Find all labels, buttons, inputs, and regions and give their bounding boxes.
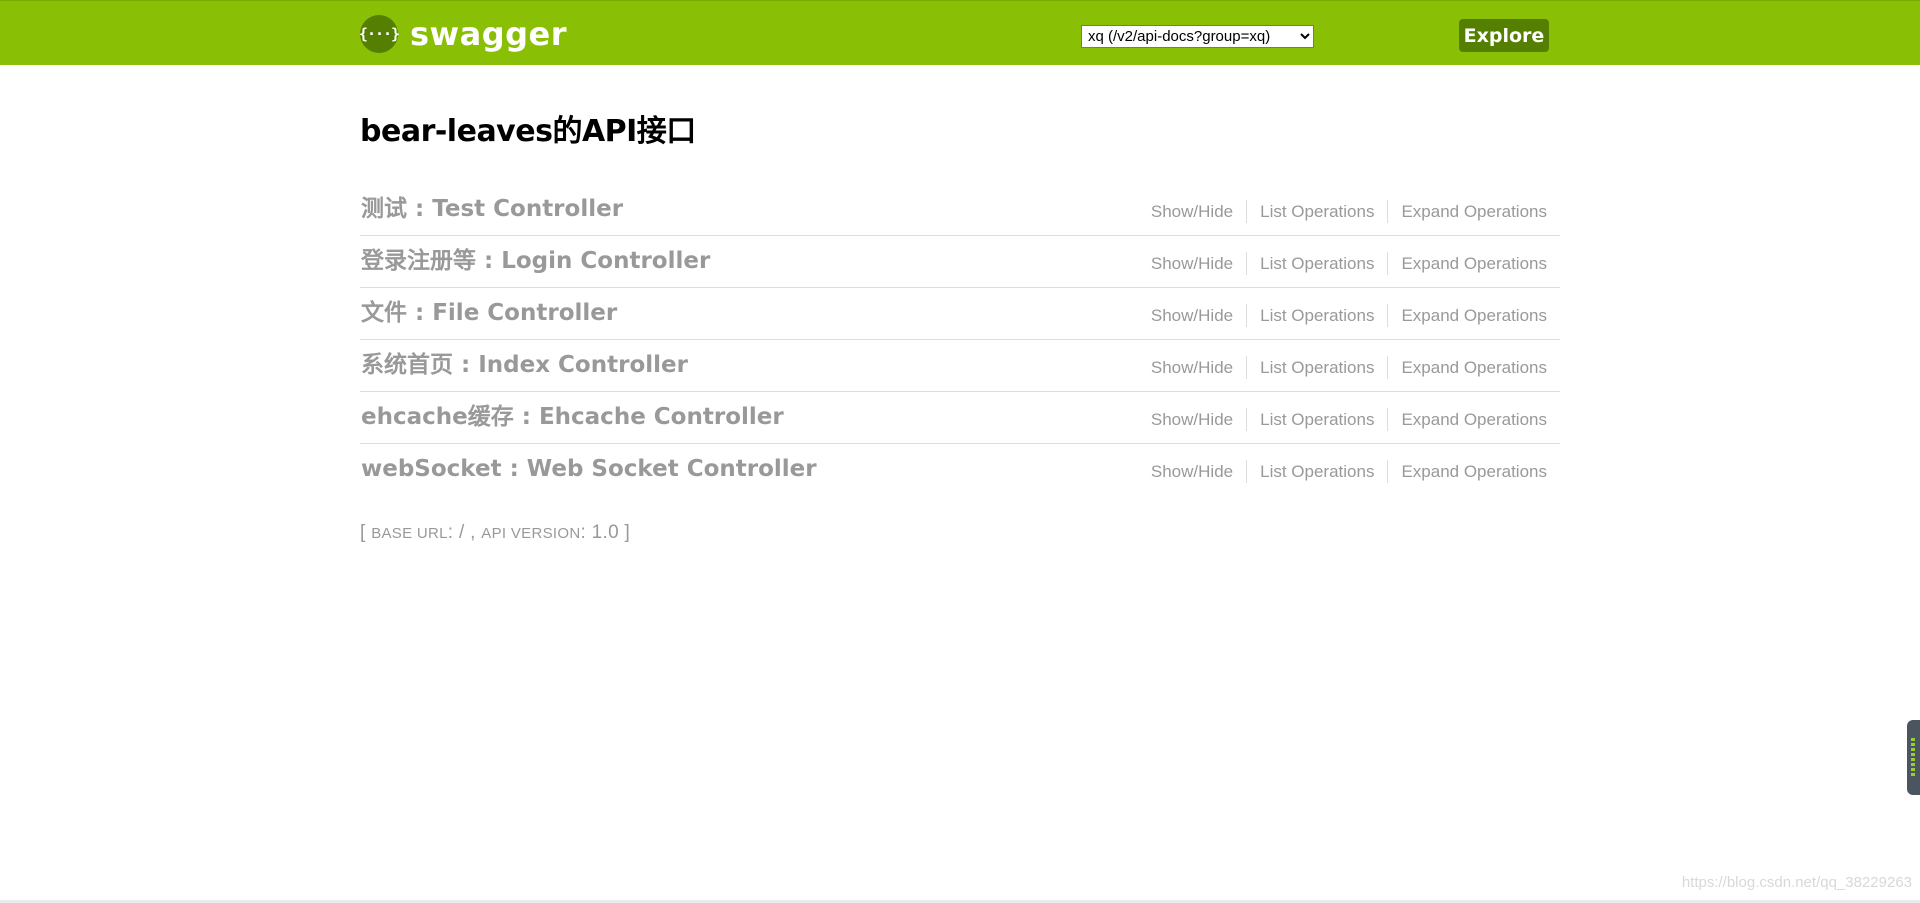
resource-actions: Show/Hide List Operations Expand Operati… [1138, 460, 1560, 483]
action-item: List Operations [1247, 356, 1389, 379]
action-item: Expand Operations [1388, 408, 1560, 431]
resource-index-controller: 系统首页 : Index Controller Show/Hide List O… [360, 340, 1560, 392]
base-url-value: : / , [447, 522, 476, 543]
resource-actions: Show/Hide List Operations Expand Operati… [1138, 304, 1560, 327]
list-operations-link[interactable]: List Operations [1260, 254, 1374, 274]
action-item: Expand Operations [1388, 460, 1560, 483]
action-item: Show/Hide [1138, 408, 1248, 431]
action-item: Show/Hide [1138, 304, 1248, 327]
action-item: Show/Hide [1138, 252, 1248, 275]
action-item: List Operations [1247, 408, 1389, 431]
show-hide-link[interactable]: Show/Hide [1151, 306, 1233, 326]
api-version-label: api version [481, 525, 581, 542]
swagger-logo-link[interactable]: {···} swagger [359, 15, 567, 53]
action-item: Expand Operations [1388, 304, 1560, 327]
list-operations-link[interactable]: List Operations [1260, 306, 1374, 326]
resource-heading[interactable]: webSocket : Web Socket Controller [361, 454, 817, 484]
action-item: Expand Operations [1388, 356, 1560, 379]
expand-operations-link[interactable]: Expand Operations [1401, 462, 1547, 482]
action-item: List Operations [1247, 200, 1389, 223]
show-hide-link[interactable]: Show/Hide [1151, 358, 1233, 378]
show-hide-link[interactable]: Show/Hide [1151, 202, 1233, 222]
show-hide-link[interactable]: Show/Hide [1151, 462, 1233, 482]
resource-heading[interactable]: 测试 : Test Controller [361, 194, 623, 224]
expand-operations-link[interactable]: Expand Operations [1401, 306, 1547, 326]
expand-operations-link[interactable]: Expand Operations [1401, 410, 1547, 430]
show-hide-link[interactable]: Show/Hide [1151, 410, 1233, 430]
expand-operations-link[interactable]: Expand Operations [1401, 254, 1547, 274]
list-operations-link[interactable]: List Operations [1260, 410, 1374, 430]
resource-file-controller: 文件 : File Controller Show/Hide List Oper… [360, 288, 1560, 340]
resource-ehcache-controller: ehcache缓存 : Ehcache Controller Show/Hide… [360, 392, 1560, 444]
action-item: List Operations [1247, 460, 1389, 483]
expand-operations-link[interactable]: Expand Operations [1401, 358, 1547, 378]
resource-actions: Show/Hide List Operations Expand Operati… [1138, 356, 1560, 379]
watermark-text: https://blog.csdn.net/qq_38229263 [1681, 874, 1912, 891]
action-item: Show/Hide [1138, 200, 1248, 223]
action-item: Show/Hide [1138, 356, 1248, 379]
list-operations-link[interactable]: List Operations [1260, 358, 1374, 378]
resource-websocket-controller: webSocket : Web Socket Controller Show/H… [360, 444, 1560, 496]
explore-button[interactable]: Explore [1459, 19, 1549, 52]
action-item: List Operations [1247, 252, 1389, 275]
brand-name: swagger [410, 15, 567, 53]
swagger-logo-icon: {···} [359, 15, 400, 53]
bracket-open: [ [360, 522, 366, 543]
resource-heading[interactable]: 文件 : File Controller [361, 298, 617, 328]
action-item: Expand Operations [1388, 252, 1560, 275]
action-item: List Operations [1247, 304, 1389, 327]
list-operations-link[interactable]: List Operations [1260, 202, 1374, 222]
action-item: Expand Operations [1388, 200, 1560, 223]
bracket-close: ] [624, 522, 631, 543]
resource-actions: Show/Hide List Operations Expand Operati… [1138, 252, 1560, 275]
resource-actions: Show/Hide List Operations Expand Operati… [1138, 200, 1560, 223]
list-operations-link[interactable]: List Operations [1260, 462, 1374, 482]
side-tab-widget[interactable] [1907, 720, 1920, 795]
expand-operations-link[interactable]: Expand Operations [1401, 202, 1547, 222]
resource-test-controller: 测试 : Test Controller Show/Hide List Oper… [360, 184, 1560, 236]
resource-login-controller: 登录注册等 : Login Controller Show/Hide List … [360, 236, 1560, 288]
action-item: Show/Hide [1138, 460, 1248, 483]
resource-heading[interactable]: 登录注册等 : Login Controller [361, 246, 710, 276]
show-hide-link[interactable]: Show/Hide [1151, 254, 1233, 274]
page-title: bear-leaves的API接口 [360, 114, 696, 149]
top-bar: {···} swagger xq (/v2/api-docs?group=xq)… [0, 0, 1920, 65]
api-version-value: : 1.0 [580, 522, 619, 543]
resource-heading[interactable]: ehcache缓存 : Ehcache Controller [361, 402, 784, 432]
base-url-label: base url [371, 525, 448, 542]
resource-actions: Show/Hide List Operations Expand Operati… [1138, 408, 1560, 431]
api-info-footer: [ base url: / , api version: 1.0 ] [360, 522, 1560, 544]
api-group-select[interactable]: xq (/v2/api-docs?group=xq) [1081, 25, 1314, 48]
resource-heading[interactable]: 系统首页 : Index Controller [361, 350, 688, 380]
main-container: bear-leaves的API接口 测试 : Test Controller S… [360, 65, 1560, 544]
resource-list: 测试 : Test Controller Show/Hide List Oper… [360, 184, 1560, 496]
